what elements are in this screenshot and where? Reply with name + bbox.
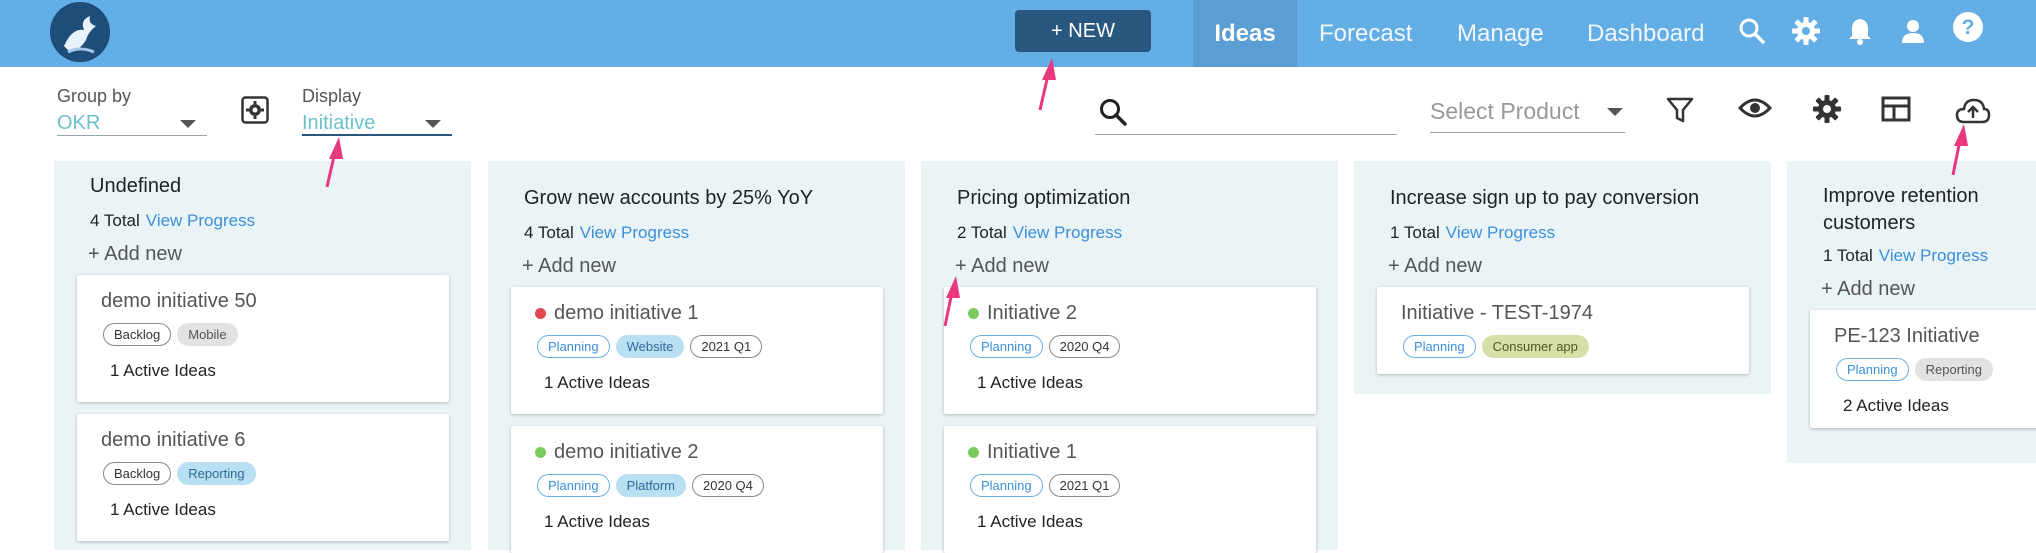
annotation-arrow-add-new-head: [946, 276, 960, 298]
annotation-arrow-new-head: [1042, 58, 1056, 80]
annotation-arrow-new: [1038, 74, 1050, 111]
annotation-arrows: [325, 58, 1968, 327]
annotation-arrow-upload-head: [1954, 124, 1968, 146]
annotation-arrow-display-head: [329, 137, 343, 159]
